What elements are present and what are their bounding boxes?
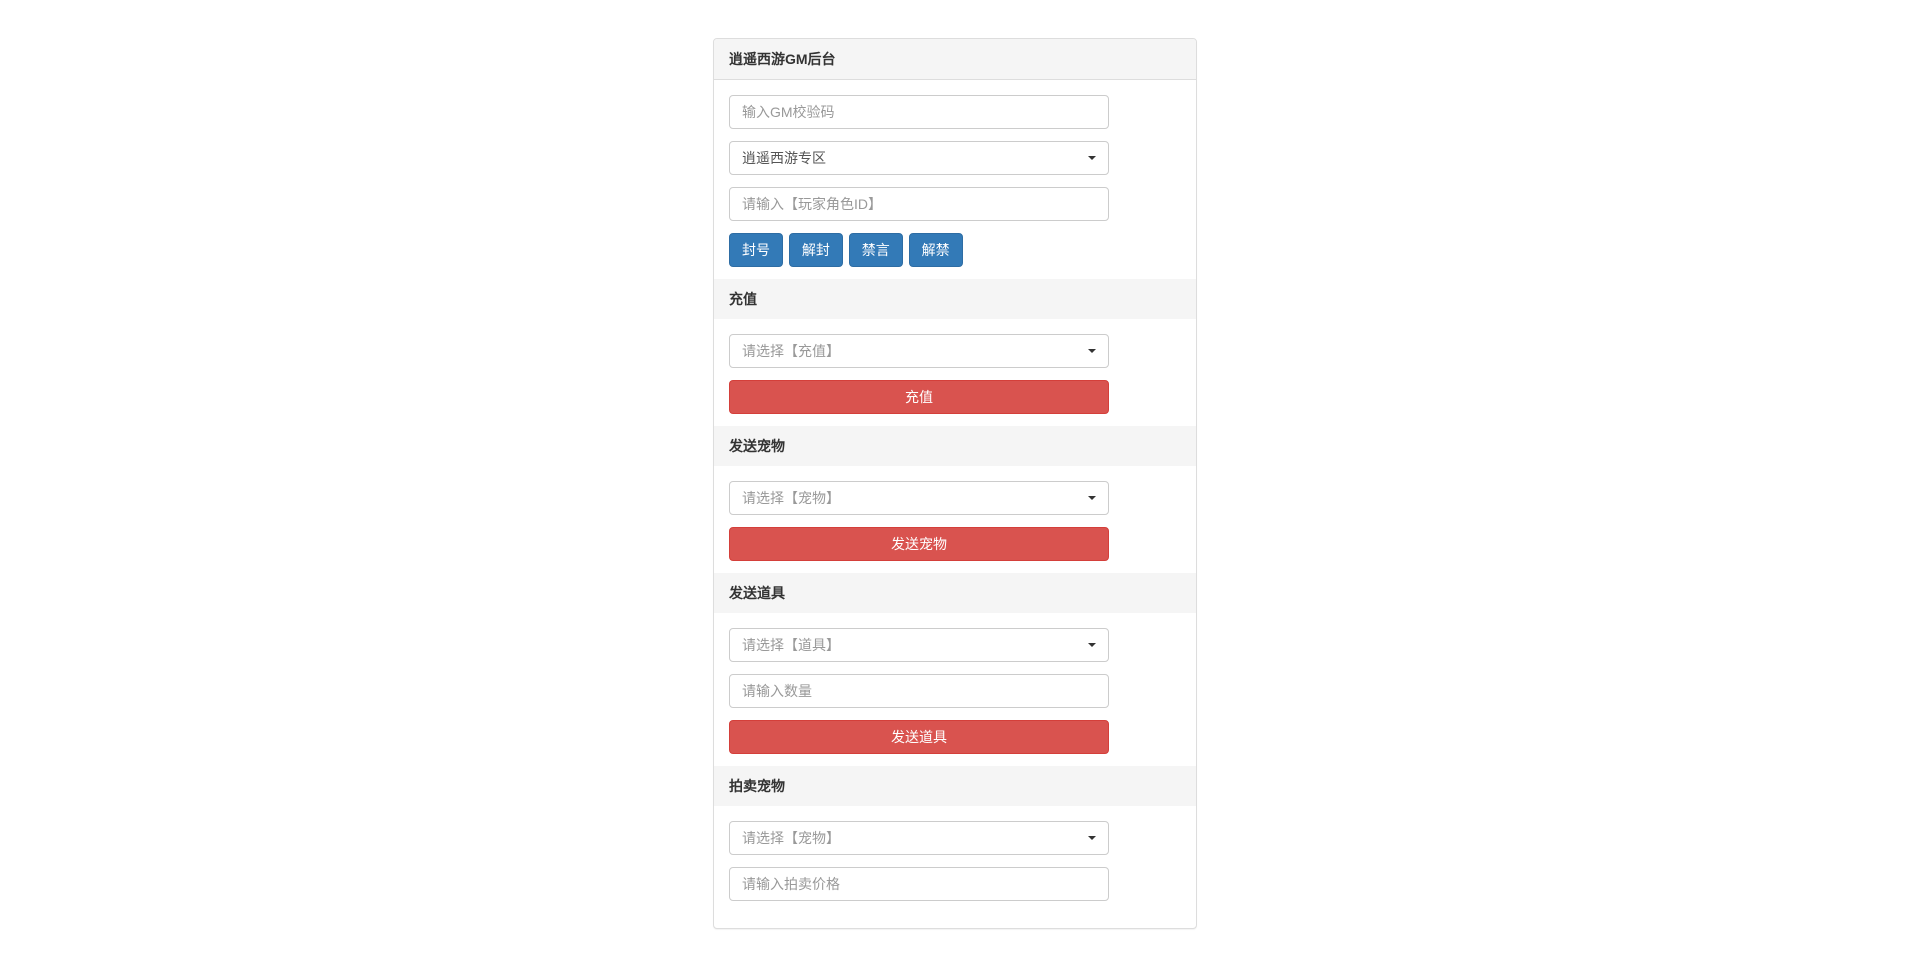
caret-down-icon bbox=[1088, 643, 1096, 647]
send-pet-button[interactable]: 发送宠物 bbox=[729, 527, 1109, 561]
panel-body: 逍遥西游专区 封号 解封 禁言 解禁 充值 请选择【充值】 充值 bbox=[714, 80, 1196, 928]
item-quantity-input[interactable] bbox=[729, 674, 1109, 708]
ban-button[interactable]: 封号 bbox=[729, 233, 783, 267]
send-item-button[interactable]: 发送道具 bbox=[729, 720, 1109, 754]
pet-select[interactable]: 请选择【宠物】 bbox=[729, 481, 1109, 515]
gm-verify-input[interactable] bbox=[729, 95, 1109, 129]
unban-button[interactable]: 解封 bbox=[789, 233, 843, 267]
pet-section-header: 发送宠物 bbox=[714, 426, 1196, 466]
gm-admin-panel: 逍遥西游GM后台 逍遥西游专区 封号 解封 禁言 解禁 充值 bbox=[713, 38, 1197, 929]
mute-button[interactable]: 禁言 bbox=[849, 233, 903, 267]
recharge-section-header: 充值 bbox=[714, 279, 1196, 319]
server-select[interactable]: 逍遥西游专区 bbox=[729, 141, 1109, 175]
server-select-value: 逍遥西游专区 bbox=[742, 150, 826, 166]
caret-down-icon bbox=[1088, 349, 1096, 353]
caret-down-icon bbox=[1088, 156, 1096, 160]
recharge-button[interactable]: 充值 bbox=[729, 380, 1109, 414]
pet-select-placeholder: 请选择【宠物】 bbox=[742, 490, 840, 506]
auction-pet-select-placeholder: 请选择【宠物】 bbox=[742, 830, 840, 846]
player-id-input[interactable] bbox=[729, 187, 1109, 221]
auction-price-input[interactable] bbox=[729, 867, 1109, 901]
panel-title: 逍遥西游GM后台 bbox=[714, 39, 1196, 80]
auction-section-header: 拍卖宠物 bbox=[714, 766, 1196, 806]
caret-down-icon bbox=[1088, 836, 1096, 840]
unmute-button[interactable]: 解禁 bbox=[909, 233, 963, 267]
auction-pet-select[interactable]: 请选择【宠物】 bbox=[729, 821, 1109, 855]
caret-down-icon bbox=[1088, 496, 1096, 500]
recharge-select-placeholder: 请选择【充值】 bbox=[742, 343, 840, 359]
item-section-header: 发送道具 bbox=[714, 573, 1196, 613]
item-select[interactable]: 请选择【道具】 bbox=[729, 628, 1109, 662]
recharge-select[interactable]: 请选择【充值】 bbox=[729, 334, 1109, 368]
item-select-placeholder: 请选择【道具】 bbox=[742, 637, 840, 653]
